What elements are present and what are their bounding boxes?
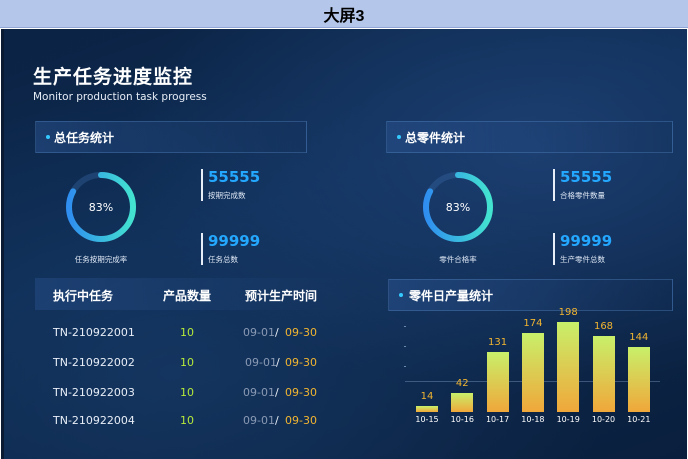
window-title: 大屏3 — [323, 7, 365, 25]
page-title: 生产任务进度监控 — [33, 66, 194, 88]
window-titlebar: 大屏3 — [0, 0, 688, 28]
page-subtitle: Monitor production task progress — [33, 91, 207, 103]
screen-left-edge — [1, 29, 4, 459]
dashboard-screen: 生产任务进度监控 Monitor production task progres… — [1, 29, 687, 459]
